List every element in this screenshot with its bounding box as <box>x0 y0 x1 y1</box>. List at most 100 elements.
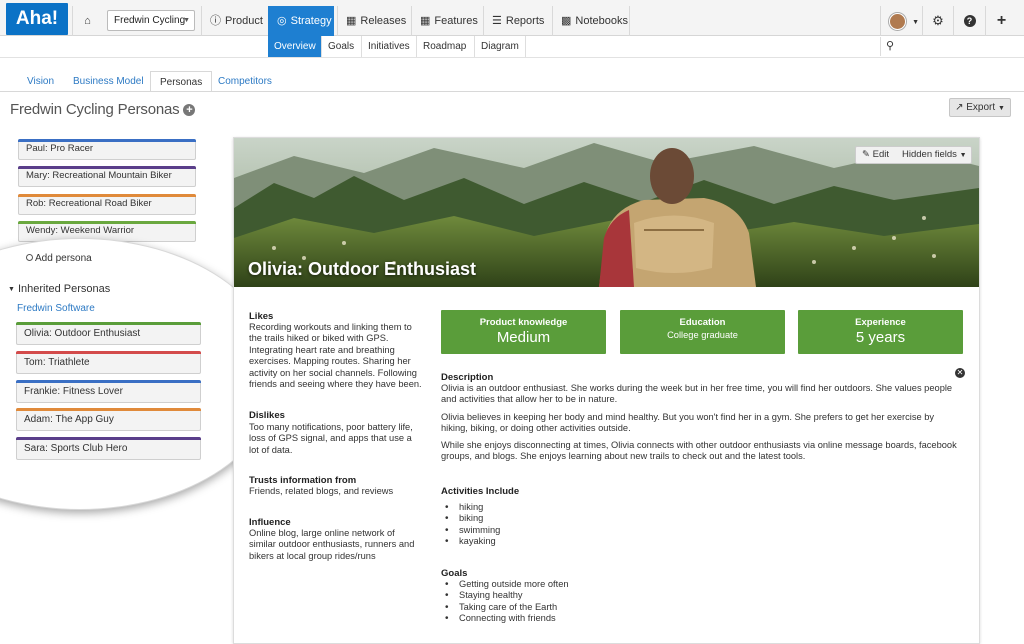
subnav-initiatives[interactable]: Initiatives <box>362 36 417 57</box>
list-item: hiking <box>445 502 500 514</box>
trusts-text: Friends, related blogs, and reviews <box>249 486 394 496</box>
search-field[interactable]: ⚲ <box>880 37 1017 56</box>
workspace-select-label: Fredwin Cycling <box>114 15 186 26</box>
list-item: biking <box>445 513 500 525</box>
inherited-persona-item[interactable]: Tom: Triathlete <box>16 351 201 374</box>
inherited-persona-item[interactable]: Olivia: Outdoor Enthusiast <box>16 322 201 345</box>
dislikes-label: Dislikes <box>249 410 285 421</box>
description-paragraph: While she enjoys disconnecting at times,… <box>441 440 957 462</box>
persona-label: Adam: The App Guy <box>24 414 114 425</box>
tab-business-model[interactable]: Business Model <box>64 71 153 92</box>
home-icon: ⌂ <box>84 15 91 27</box>
nav-product[interactable]: ⓘ Product <box>201 6 269 36</box>
workspace-select[interactable]: Fredwin Cycling ▼ <box>107 10 195 31</box>
settings-button[interactable]: ⚙ <box>922 6 953 36</box>
info-icon: ⓘ <box>210 15 221 27</box>
subnav-overview[interactable]: Overview <box>268 36 322 57</box>
home-button[interactable]: ⌂ <box>72 6 102 36</box>
persona-item[interactable]: Paul: Pro Racer <box>18 139 196 160</box>
calendar-icon: ▦ <box>346 15 357 27</box>
stat-value: 5 years <box>855 329 906 346</box>
persona-label: Paul: Pro Racer <box>26 143 94 154</box>
inherited-persona-item[interactable]: Adam: The App Guy <box>16 408 201 431</box>
page-title: Fredwin Cycling Personas + <box>10 101 196 118</box>
export-button[interactable]: ↗ Export ▼ <box>949 98 1011 117</box>
persona-label: Tom: Triathlete <box>24 357 90 368</box>
grid-icon: ▦ <box>420 15 431 27</box>
stat-title: Experience <box>855 317 906 328</box>
tab-personas[interactable]: Personas <box>150 71 213 92</box>
stat-value: Medium <box>496 329 551 346</box>
caret-down-icon: ▼ <box>912 19 919 26</box>
app-window: Aha! ⌂ Fredwin Cycling ▼ ⓘ Product ◎ Strat… <box>0 0 1024 644</box>
triangle-down-icon: ▼ <box>8 286 15 293</box>
nav-notebooks[interactable]: ▩ Notebooks <box>552 6 630 36</box>
persona-color-stripe <box>18 221 196 224</box>
persona-color-stripe <box>16 437 201 440</box>
close-icon[interactable]: ✕ <box>955 368 965 378</box>
persona-color-stripe <box>16 322 201 325</box>
list-item: Staying healthy <box>445 590 569 602</box>
caret-down-icon: ▼ <box>183 17 190 24</box>
nav-reports[interactable]: ☰ Reports <box>483 6 551 36</box>
caret-down-icon: ▼ <box>959 152 967 159</box>
inherited-personas-toggle[interactable]: ▼ Inherited Personas <box>8 283 110 295</box>
stat-title: Education <box>679 317 726 328</box>
inherited-persona-item[interactable]: Sara: Sports Club Hero <box>16 437 201 460</box>
nav-features[interactable]: ▦ Features <box>411 6 483 36</box>
help-button[interactable]: ? <box>953 6 985 36</box>
nav-product-label: Product <box>225 15 263 27</box>
list-item: kayaking <box>445 536 500 548</box>
add-persona-icon <box>26 254 33 261</box>
persona-color-stripe <box>18 194 196 197</box>
nav-strategy[interactable]: ◎ Strategy <box>268 6 334 36</box>
persona-item[interactable]: Rob: Recreational Road Biker <box>18 194 196 215</box>
activities-list: hiking biking swimming kayaking <box>445 502 500 548</box>
list-item: Connecting with friends <box>445 613 569 625</box>
pencil-icon: ✎ <box>862 149 870 160</box>
page-title-text: Fredwin Cycling Personas <box>10 101 180 118</box>
tab-divider <box>0 91 1024 92</box>
subnav-goals[interactable]: Goals <box>322 36 362 57</box>
likes-text: Recording workouts and linking them to t… <box>249 322 422 390</box>
hidden-fields-button[interactable]: Hidden fields ▼ <box>902 147 967 164</box>
subnav-diagram[interactable]: Diagram <box>475 36 526 57</box>
activities-label: Activities Include <box>441 486 520 497</box>
gear-icon: ⚙ <box>932 13 944 28</box>
nav-reports-label: Reports <box>505 15 545 27</box>
persona-label: Sara: Sports Club Hero <box>24 443 128 454</box>
inherited-persona-item[interactable]: Frankie: Fitness Lover <box>16 380 201 403</box>
add-button[interactable]: + <box>985 6 1017 36</box>
divider <box>0 57 1024 58</box>
report-icon: ☰ <box>492 15 502 27</box>
influence-label: Influence <box>249 517 291 528</box>
add-persona-label: Add persona <box>35 253 92 264</box>
target-icon: ◎ <box>277 15 287 27</box>
nav-strategy-label: Strategy <box>290 15 332 27</box>
help-icon: ? <box>963 15 976 27</box>
add-persona-link[interactable]: Add persona <box>26 253 92 264</box>
hidden-fields-label: Hidden fields <box>902 149 957 160</box>
influence-text: Online blog, large online network of sim… <box>249 528 415 561</box>
description-paragraph: Olivia believes in keeping her body and … <box>441 412 935 434</box>
persona-item[interactable]: Mary: Recreational Mountain Biker <box>18 166 196 187</box>
inherited-source-link[interactable]: Fredwin Software <box>17 303 95 314</box>
subnav-roadmap[interactable]: Roadmap <box>417 36 475 57</box>
add-circle-icon[interactable]: + <box>183 104 196 116</box>
persona-color-stripe <box>16 351 201 354</box>
persona-label: Frankie: Fitness Lover <box>24 386 123 397</box>
tab-vision[interactable]: Vision <box>18 71 63 92</box>
aha-logo[interactable]: Aha! <box>6 3 68 35</box>
nav-releases-label: Releases <box>360 15 407 27</box>
trusts-label: Trusts information from <box>249 475 357 486</box>
tab-competitors[interactable]: Competitors <box>209 71 281 92</box>
likes-label: Likes <box>249 311 274 322</box>
persona-label: Rob: Recreational Road Biker <box>26 198 152 209</box>
persona-color-stripe <box>16 408 201 411</box>
nav-releases[interactable]: ▦ Releases <box>337 6 409 36</box>
plus-icon: + <box>996 12 1007 29</box>
user-menu[interactable]: ▼ <box>880 6 922 36</box>
list-item: swimming <box>445 525 500 537</box>
edit-button[interactable]: ✎ Edit <box>862 147 889 163</box>
stat-education: Education College graduate <box>620 310 785 354</box>
